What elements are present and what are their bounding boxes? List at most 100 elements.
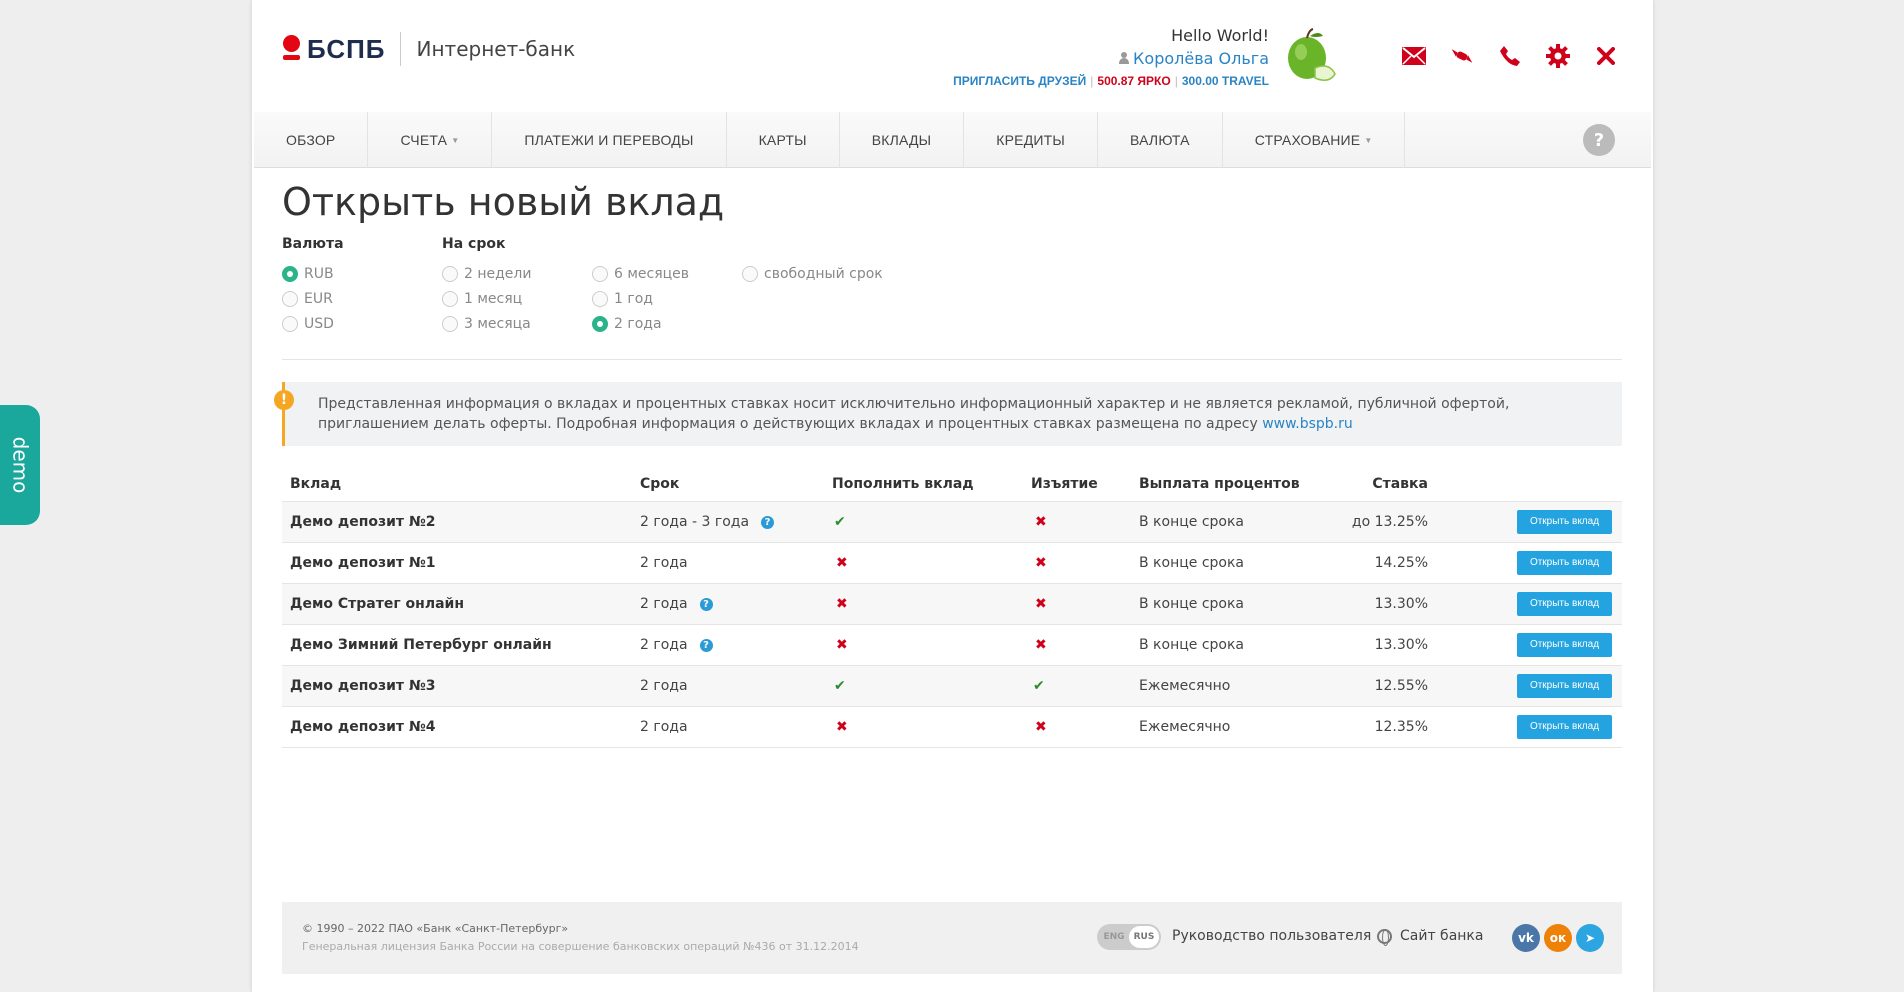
deposit-term: 2 года (640, 718, 688, 735)
cross-icon: ✖ (1035, 636, 1047, 653)
user-icon (1118, 52, 1130, 64)
withdraw-cell: ✖ (1023, 501, 1131, 543)
col-payout: Выплата процентов (1131, 468, 1331, 502)
deposit-name: Демо депозит №4 (282, 706, 632, 748)
open-deposit-button[interactable]: Открыть вклад (1517, 714, 1612, 739)
help-button[interactable]: ? (1583, 124, 1615, 156)
nav-cards[interactable]: КАРТЫ (727, 112, 840, 168)
open-deposit-button[interactable]: Открыть вклад (1517, 509, 1612, 534)
nav-currency[interactable]: ВАЛЮТА (1098, 112, 1223, 168)
col-term: Срок (632, 468, 824, 502)
divider (282, 359, 1622, 360)
radio-term-6-months[interactable]: 6 месяцев (592, 266, 689, 282)
deposit-term-cell: 2 года - 3 года? (632, 501, 824, 543)
radio-term-free[interactable]: свободный срок (742, 266, 883, 282)
rate: до 13.25% (1331, 501, 1436, 543)
promo-line: ПРИГЛАСИТЬ ДРУЗЕЙ | 500.87 ЯРКО | 300.00 TRA… (953, 74, 1269, 88)
open-deposit-button[interactable]: Открыть вклад (1517, 673, 1612, 698)
col-deposit: Вклад (282, 468, 632, 502)
topup-cell: ✖ (824, 624, 1023, 666)
radio-term-2-years[interactable]: 2 года (592, 316, 662, 332)
avatar-apple-icon[interactable] (1285, 28, 1337, 86)
action-cell: Открыть вклад (1436, 501, 1622, 543)
checkmark-icon: ✔ (834, 513, 846, 530)
user-name-link[interactable]: Королёва Ольга (953, 49, 1269, 68)
header-icons (1402, 44, 1618, 68)
open-deposit-button[interactable]: Открыть вклад (1517, 550, 1612, 575)
phone-icon[interactable] (1498, 44, 1522, 68)
radio-currency-eur[interactable]: EUR (282, 291, 333, 307)
deposit-term-cell: 2 года? (632, 583, 824, 625)
social-links: vk ок ➤ (1512, 924, 1604, 952)
payout: В конце срока (1131, 501, 1331, 543)
nav-label: ОБЗОР (286, 132, 336, 148)
warning-icon: ! (274, 390, 294, 410)
deposit-term-cell: 2 года (632, 706, 824, 748)
chevron-down-icon: ▼ (451, 135, 460, 145)
logo[interactable]: БСПБ Интернет-банк (282, 32, 575, 66)
cross-icon: ✖ (836, 718, 848, 735)
question-icon[interactable]: ? (761, 515, 775, 529)
payout: В конце срока (1131, 583, 1331, 625)
table-row: Демо Стратег онлайн 2 года? ✖ ✖ В конце срок… (282, 583, 1622, 625)
nav-insurance[interactable]: СТРАХОВАНИЕ ▼ (1223, 112, 1406, 168)
invite-friends-link[interactable]: ПРИГЛАСИТЬ ДРУЗЕЙ (953, 74, 1086, 88)
topup-cell: ✔ (824, 501, 1023, 543)
radio-term-1-month[interactable]: 1 месяц (442, 291, 522, 307)
radio-currency-rub[interactable]: RUB (282, 266, 334, 282)
action-cell: Открыть вклад (1436, 706, 1622, 748)
close-icon[interactable] (1594, 44, 1618, 68)
gear-icon[interactable] (1546, 44, 1570, 68)
nav-deposits[interactable]: ВКЛАДЫ (840, 112, 965, 168)
lang-rus[interactable]: RUS (1129, 926, 1159, 948)
nav-payments[interactable]: ПЛАТЕЖИ И ПЕРЕВОДЫ (492, 112, 727, 168)
nav-accounts[interactable]: СЧЕТА ▼ (368, 112, 493, 168)
bspb-link[interactable]: www.bspb.ru (1262, 416, 1353, 432)
radio-label: EUR (304, 291, 333, 307)
bank-site-link[interactable]: Сайт банка (1377, 928, 1483, 946)
nav-overview[interactable]: ОБЗОР (254, 112, 369, 168)
radio-term-2-weeks[interactable]: 2 недели (442, 266, 531, 282)
action-cell: Открыть вклад (1436, 583, 1622, 625)
currency-title: Валюта (282, 236, 344, 252)
withdraw-cell: ✖ (1023, 542, 1131, 584)
checkmark-icon: ✔ (834, 677, 846, 694)
vk-icon[interactable]: vk (1512, 924, 1540, 952)
demo-tab-label: demo (8, 436, 32, 494)
table-row: Демо депозит №2 2 года - 3 года? ✔ ✖ В конце… (282, 501, 1622, 543)
user-name: Королёва Ольга (1133, 49, 1269, 68)
deposits-table: Вклад Срок Пополнить вклад Изъятие Выпла… (282, 468, 1622, 748)
table-row: Демо Зимний Петербург онлайн 2 года? ✖ ✖ В к… (282, 624, 1622, 666)
open-deposit-button[interactable]: Открыть вклад (1517, 591, 1612, 616)
cross-icon: ✖ (836, 636, 848, 653)
radio-label: 1 месяц (464, 291, 523, 307)
user-guide-link[interactable]: Руководство пользователя (1172, 928, 1371, 944)
demo-tab[interactable]: demo (0, 405, 40, 525)
deposit-name: Демо депозит №2 (282, 501, 632, 543)
nav-credits[interactable]: КРЕДИТЫ (964, 112, 1099, 168)
radio-term-3-months[interactable]: 3 месяца (442, 316, 531, 332)
radio-label: 3 месяца (464, 316, 531, 332)
question-icon[interactable]: ? (699, 638, 713, 652)
withdraw-cell: ✖ (1023, 624, 1131, 666)
mail-icon[interactable] (1402, 44, 1426, 68)
candy-icon[interactable] (1450, 44, 1474, 68)
col-rate: Ставка (1331, 468, 1436, 502)
open-deposit-button[interactable]: Открыть вклад (1517, 632, 1612, 657)
language-toggle[interactable]: ENG RUS (1097, 924, 1161, 950)
col-action (1436, 468, 1622, 502)
nav-label: СЧЕТА (400, 132, 448, 148)
lang-eng[interactable]: ENG (1099, 926, 1129, 948)
question-icon[interactable]: ? (699, 597, 713, 611)
logo-mark-icon (282, 32, 301, 66)
bright-points[interactable]: 500.87 ЯРКО (1097, 74, 1170, 88)
odnoklassniki-icon[interactable]: ок (1544, 924, 1572, 952)
user-block: Hello World! Королёва Ольга ПРИГЛАСИТЬ Д… (953, 26, 1269, 88)
payout: Ежемесячно (1131, 665, 1331, 707)
telegram-icon[interactable]: ➤ (1576, 924, 1604, 952)
rate: 12.35% (1331, 706, 1436, 748)
radio-currency-usd[interactable]: USD (282, 316, 334, 332)
logo-divider (399, 32, 401, 66)
travel-points[interactable]: 300.00 TRAVEL (1182, 74, 1269, 88)
radio-term-1-year[interactable]: 1 год (592, 291, 653, 307)
